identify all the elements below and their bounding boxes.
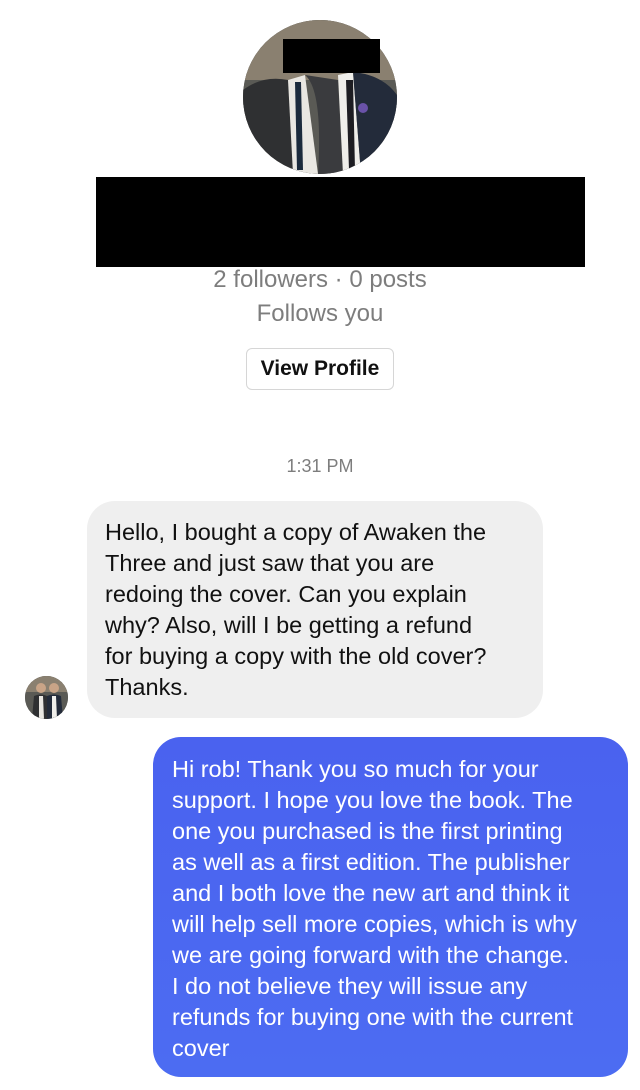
- follows-you-label: Follows you: [256, 300, 384, 327]
- sender-avatar[interactable]: [25, 676, 68, 719]
- outgoing-message-bubble[interactable]: Hi rob! Thank you so much for your suppo…: [153, 737, 628, 1077]
- incoming-message-bubble[interactable]: Hello, I bought a copy of Awaken the Thr…: [87, 501, 543, 718]
- name-redaction-bar: [96, 177, 585, 267]
- message-timestamp: 1:31 PM: [286, 456, 354, 476]
- profile-stats: 2 followers · 0 posts: [213, 266, 427, 293]
- photo-redaction-bar: [283, 39, 380, 73]
- view-profile-button[interactable]: View Profile: [246, 348, 394, 390]
